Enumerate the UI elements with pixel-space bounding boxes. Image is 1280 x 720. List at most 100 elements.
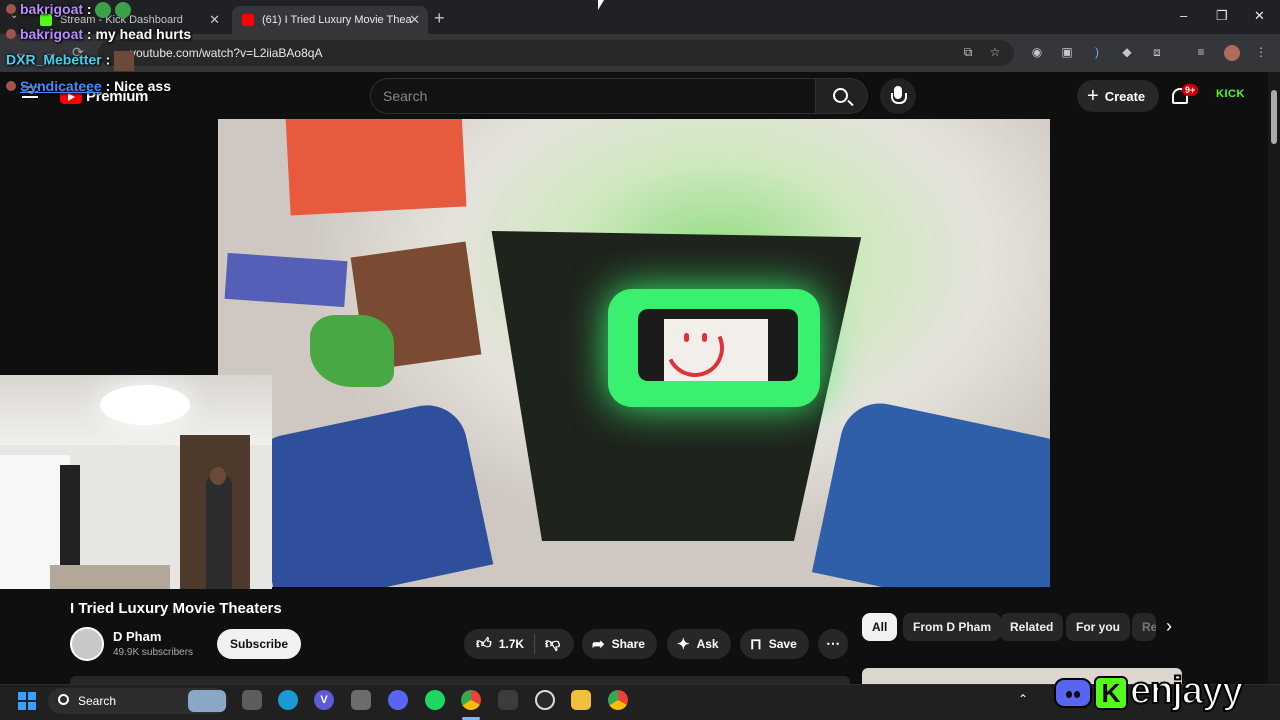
chat-separator: :	[83, 1, 96, 17]
task-view-icon[interactable]	[242, 690, 262, 710]
share-button[interactable]: ➦ Share	[582, 629, 657, 659]
screen-root: ⌄ Stream - Kick Dashboard ✕ (61) I Tried…	[0, 0, 1280, 720]
tray-chevron-up-icon[interactable]: ⌃	[1018, 692, 1028, 706]
extension-icon[interactable]: ◉	[1030, 45, 1044, 59]
sparkle-icon: ✦	[677, 636, 690, 653]
emote-icon	[114, 51, 135, 71]
obs-icon[interactable]	[535, 690, 555, 710]
chat-username: Syndicateee	[20, 78, 102, 94]
discord-icon[interactable]	[388, 690, 408, 710]
edge-icon[interactable]	[278, 690, 298, 710]
channel-avatar[interactable]	[70, 627, 104, 661]
install-app-icon[interactable]: ⧉	[961, 45, 975, 59]
streamer-brand-name: enjayy	[1129, 669, 1244, 713]
account-avatar-kick[interactable]: KICK	[1216, 88, 1245, 100]
save-button[interactable]: ⊓ Save	[740, 629, 809, 659]
seat-left	[242, 397, 494, 587]
more-actions-icon[interactable]: ⋯	[818, 629, 848, 659]
url-text: youtube.com/watch?v=L2iiaBAo8qA	[130, 46, 323, 60]
windows-start-icon[interactable]	[18, 692, 36, 710]
scrollbar-thumb[interactable]	[1271, 90, 1277, 144]
search-button[interactable]	[816, 78, 868, 114]
dislike-icon[interactable]: 👎︎	[545, 635, 560, 653]
save-label: Save	[768, 637, 797, 651]
voice-search-icon[interactable]	[880, 78, 916, 114]
video-player[interactable]	[218, 119, 1050, 587]
notification-badge: 9+	[1182, 84, 1199, 96]
page-scrollbar[interactable]	[1268, 72, 1280, 684]
like-count[interactable]: 1.7K	[499, 637, 524, 651]
webcam-table	[50, 565, 170, 589]
chat-message: Syndicateee : Nice ass	[6, 78, 171, 94]
description-box[interactable]	[70, 676, 850, 684]
search-input[interactable]	[370, 78, 816, 114]
webcam-person-head	[210, 467, 226, 485]
webcam-person	[206, 475, 232, 589]
close-tab-icon[interactable]: ✕	[409, 12, 420, 28]
chat-separator: :	[101, 51, 111, 68]
chat-separator: :	[83, 26, 96, 42]
seat-right	[811, 396, 1050, 587]
chip-related[interactable]: Related	[1000, 613, 1064, 641]
emote-icon	[115, 2, 132, 19]
extension-icon[interactable]: )	[1090, 45, 1104, 59]
chrome-alt-icon[interactable]	[608, 690, 628, 710]
tab-youtube-video[interactable]: (61) I Tried Luxury Movie Theate ✕	[232, 6, 428, 34]
share-label: Share	[611, 637, 645, 651]
chevron-right-icon[interactable]: ›	[1166, 616, 1172, 637]
chip-label: From D Pham	[913, 620, 992, 634]
new-tab-button[interactable]: +	[434, 8, 445, 29]
subscribe-button[interactable]: Subscribe	[217, 629, 302, 659]
maximize-button[interactable]: ❐	[1216, 8, 1228, 24]
snip-icon[interactable]	[351, 690, 371, 710]
bookmark-star-icon[interactable]: ☆	[988, 45, 1002, 59]
plus-icon: +	[1087, 84, 1099, 107]
discord-logo-icon	[1054, 678, 1092, 708]
channel-name[interactable]: D Pham	[113, 629, 161, 644]
file-explorer-icon[interactable]	[571, 690, 591, 710]
divider	[534, 634, 536, 654]
create-label: Create	[1104, 88, 1146, 104]
browser-menu-icon[interactable]: ⋮	[1254, 45, 1268, 59]
spotify-icon[interactable]	[425, 690, 445, 710]
chat-separator: :	[101, 78, 115, 94]
chip-for-you[interactable]: For you	[1066, 613, 1130, 641]
chip-from-channel[interactable]: From D Pham	[903, 613, 1002, 641]
emote-icon	[95, 2, 112, 19]
chat-message: bakrigoat :	[6, 1, 132, 19]
chat-message: DXR_Mebetter :	[6, 51, 135, 71]
extension-icon[interactable]: ▣	[1060, 45, 1074, 59]
profile-avatar[interactable]	[1224, 45, 1240, 61]
extensions-puzzle-icon[interactable]: ⧈	[1150, 45, 1164, 59]
tab-title: (61) I Tried Luxury Movie Theate	[262, 14, 412, 26]
webcam-overlay	[0, 375, 272, 589]
chip-label: Re	[1142, 620, 1156, 634]
share-icon: ➦	[592, 636, 605, 653]
extension-icon[interactable]: ◆	[1120, 45, 1134, 59]
chat-text: my head hurts	[95, 26, 192, 42]
bookmark-icon: ⊓	[750, 636, 762, 653]
chat-message: bakrigoat : my head hurts	[6, 26, 191, 42]
green-sticker	[310, 315, 394, 387]
subscriber-count: 49.9K subscribers	[113, 647, 194, 658]
create-button[interactable]: + Create	[1077, 80, 1160, 112]
like-icon[interactable]: 👍︎	[476, 635, 492, 653]
vpn-icon[interactable]: V	[314, 690, 334, 710]
chrome-icon[interactable]	[461, 690, 481, 710]
media-controls-icon[interactable]: ≡	[1194, 45, 1208, 59]
search-icon	[58, 694, 69, 705]
minimize-button[interactable]: –	[1180, 8, 1187, 23]
close-tab-icon[interactable]: ✕	[209, 12, 220, 28]
youtube-icon	[242, 14, 254, 26]
calculator-icon[interactable]	[498, 690, 518, 710]
chat-text: Nice ass	[114, 78, 171, 94]
blue-sticker	[224, 252, 348, 308]
chip-recently[interactable]: Re	[1132, 613, 1156, 641]
safety-sign	[285, 119, 467, 216]
chip-all[interactable]: All	[862, 613, 898, 641]
close-window-button[interactable]: ✕	[1254, 8, 1265, 24]
video-title: I Tried Luxury Movie Theaters	[70, 600, 282, 617]
search-icon	[833, 88, 848, 103]
ask-button[interactable]: ✦ Ask	[667, 629, 731, 659]
smiley-eye	[702, 333, 707, 342]
